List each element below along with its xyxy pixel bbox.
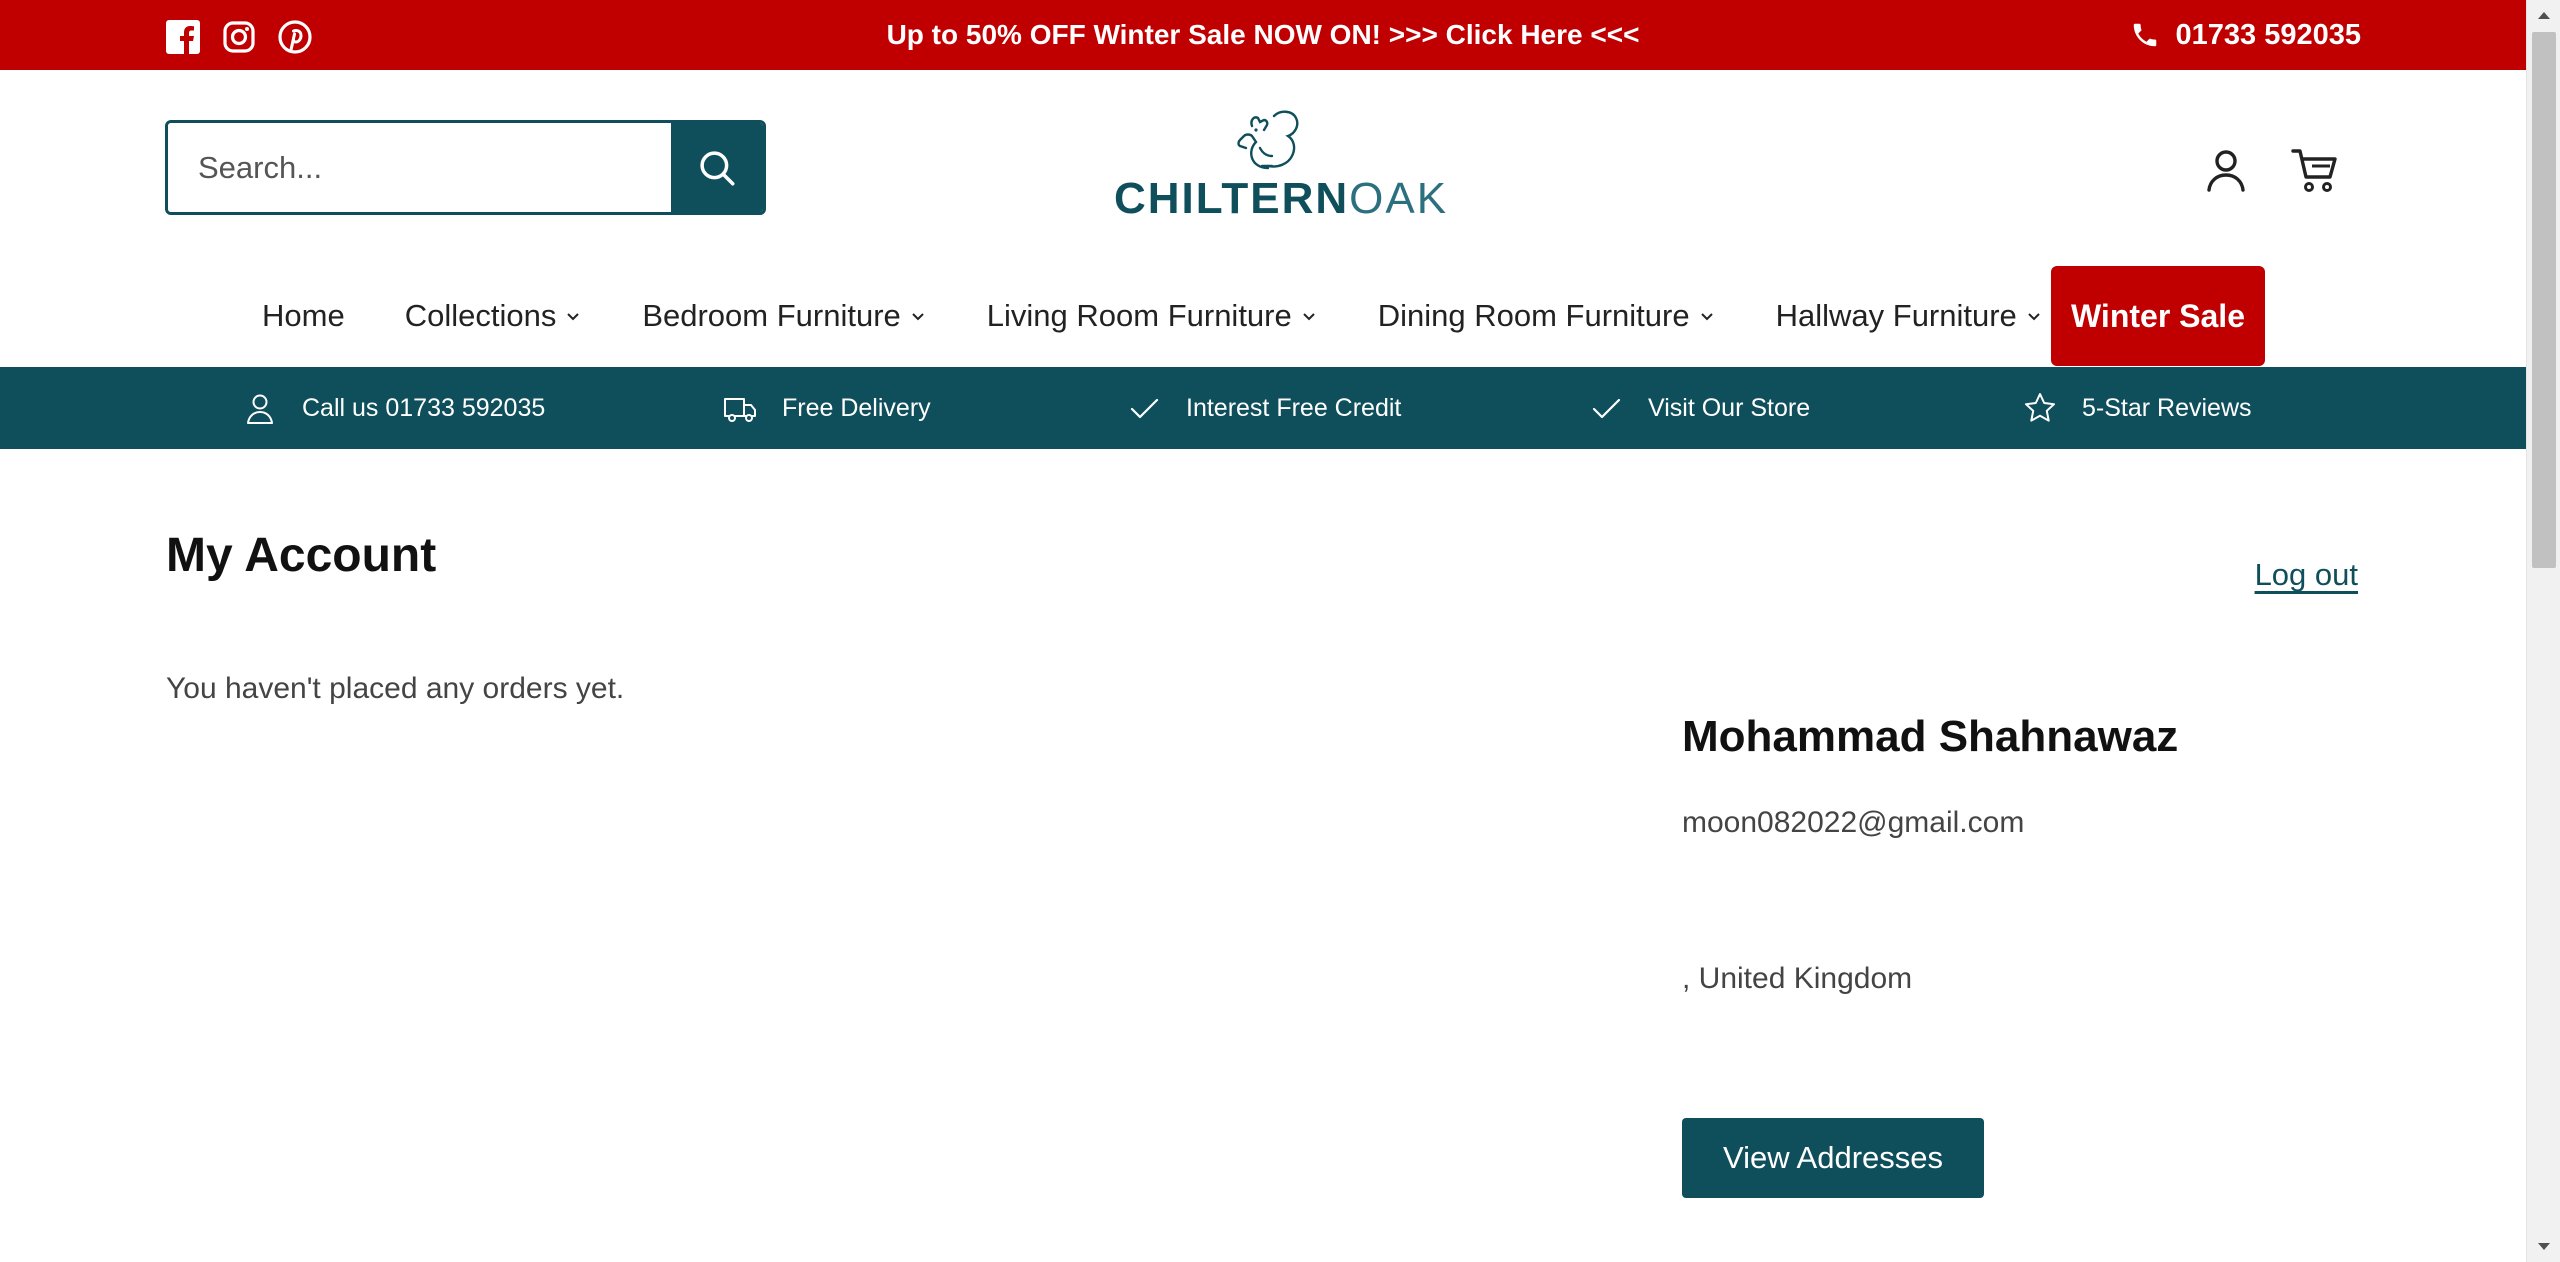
check-icon: [1130, 398, 1159, 419]
trust-item-label: Interest Free Credit: [1186, 393, 1402, 422]
announcement-phone-number: 01733 592035: [2175, 18, 2361, 51]
trust-item-label: 5-Star Reviews: [2082, 393, 2252, 422]
site-header: CHILTERNOAK Home Collections Bedroom Fur…: [0, 70, 2526, 333]
search-icon: [700, 150, 735, 185]
chevron-down-icon: [1303, 313, 1315, 321]
nav-item-label: Hallway Furniture: [1775, 298, 2017, 333]
nav-item-label: Collections: [404, 298, 557, 333]
trust-item-store[interactable]: Visit Our Store: [1588, 367, 1810, 449]
trust-item-credit[interactable]: Interest Free Credit: [1126, 367, 1401, 449]
chevron-down-icon: [1700, 313, 1713, 321]
trust-item-label: Visit Our Store: [1648, 393, 1811, 422]
scroll-down-arrow-icon[interactable]: [2527, 1232, 2560, 1262]
chevron-down-icon: [567, 313, 580, 321]
view-addresses-button[interactable]: View Addresses: [1682, 1118, 1984, 1198]
trust-item-label: Free Delivery: [782, 393, 931, 422]
squirrel-logo-icon: [1237, 110, 1299, 170]
trust-item-call[interactable]: Call us 01733 592035: [242, 367, 545, 449]
phone-icon: [2133, 23, 2156, 47]
nav-item-collections[interactable]: Collections: [405, 298, 583, 334]
site-logo[interactable]: CHILTERNOAK: [1114, 108, 1446, 228]
user-icon: [247, 394, 273, 424]
nav-item-label: Dining Room Furniture: [1377, 298, 1690, 333]
logo-text-oak: OAK: [1349, 174, 1449, 223]
nav-item-living-room-furniture[interactable]: Living Room Furniture: [987, 298, 1318, 334]
nav-item-winter-sale[interactable]: Winter Sale: [2051, 266, 2265, 366]
customer-name: Mohammad Shahnawaz: [1682, 712, 2179, 761]
announcement-bar: Up to 50% OFF Winter Sale NOW ON! >>> Cl…: [0, 0, 2526, 70]
trust-bar: Call us 01733 592035 Free Delivery Inter…: [0, 367, 2526, 449]
search-input[interactable]: [168, 123, 671, 212]
logout-link[interactable]: Log out: [2255, 557, 2358, 593]
orders-empty-message: You haven't placed any orders yet.: [166, 672, 625, 705]
nav-item-label: Living Room Furniture: [986, 298, 1292, 333]
chevron-down-icon: [912, 313, 924, 321]
search-button[interactable]: [671, 123, 763, 212]
chevron-down-icon: [2028, 313, 2040, 321]
nav-item-hallway-furniture[interactable]: Hallway Furniture: [1776, 298, 2043, 334]
check-icon: [1592, 398, 1621, 419]
nav-item-bedroom-furniture[interactable]: Bedroom Furniture: [642, 298, 926, 334]
logo-wordmark: CHILTERNOAK: [1114, 174, 1446, 224]
scrollbar-thumb[interactable]: [2532, 32, 2556, 568]
customer-email: moon082022@gmail.com: [1682, 806, 2025, 839]
trust-item-reviews[interactable]: 5-Star Reviews: [2022, 367, 2252, 449]
nav-item-dining-room-furniture[interactable]: Dining Room Furniture: [1378, 298, 1716, 334]
star-icon: [2025, 393, 2055, 422]
page-title: My Account: [166, 529, 437, 582]
page: Up to 50% OFF Winter Sale NOW ON! >>> Cl…: [0, 0, 2526, 1262]
search-form: [165, 120, 766, 215]
trust-item-label: Call us 01733 592035: [302, 393, 546, 422]
page-scrollbar[interactable]: [2526, 0, 2560, 1262]
logo-text-chiltern: CHILTERN: [1114, 174, 1350, 223]
trust-item-delivery[interactable]: Free Delivery: [722, 367, 931, 449]
nav-item-label: Home: [262, 298, 345, 333]
nav-item-home[interactable]: Home: [262, 298, 345, 334]
main-nav: Home Collections Bedroom Furniture Livin…: [262, 266, 2103, 366]
customer-address-country: , United Kingdom: [1682, 962, 1913, 995]
scroll-up-arrow-icon[interactable]: [2527, 0, 2560, 30]
announcement-phone[interactable]: 01733 592035: [2130, 0, 2361, 70]
truck-icon: [724, 398, 756, 422]
nav-item-label: Bedroom Furniture: [642, 298, 901, 333]
